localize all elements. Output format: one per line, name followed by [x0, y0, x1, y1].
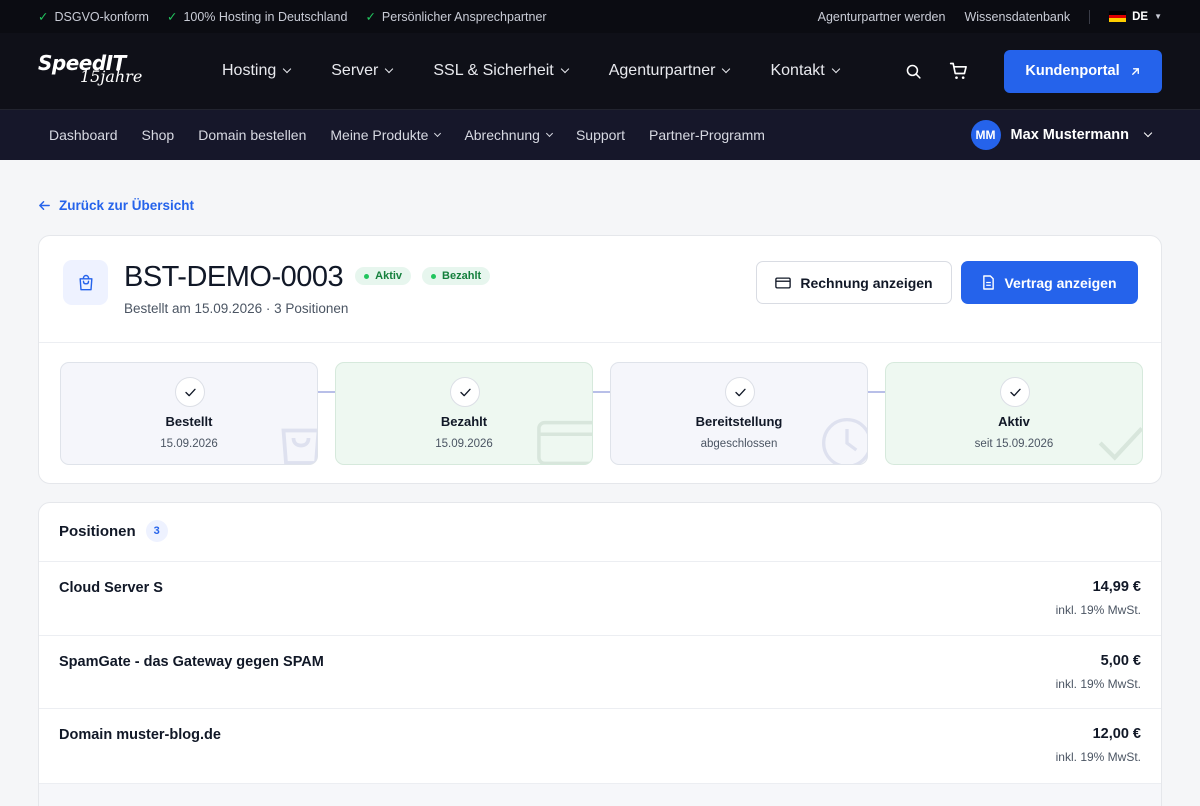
- step-date: seit 15.09.2026: [974, 438, 1054, 450]
- step-date: 15.09.2026: [160, 438, 218, 450]
- item-price: 12,00 €: [1092, 726, 1141, 742]
- chevron-down-icon: [560, 64, 569, 74]
- agency-partner-link[interactable]: Agenturpartner werden: [818, 10, 946, 24]
- subnav-partner-program[interactable]: Partner-Programm: [649, 127, 765, 143]
- top-info-bar: ✓ DSGVO-konform ✓ 100% Hosting in Deutschl…: [0, 0, 1200, 33]
- list-item: Domain muster-blog.de 12,00 € inkl. 19% …: [39, 708, 1161, 782]
- item-name: SpamGate - das Gateway gegen SPAM: [59, 654, 324, 670]
- check-icon: [1000, 377, 1030, 407]
- nav-server[interactable]: Server: [331, 62, 394, 80]
- user-name: Max Mustermann: [1010, 127, 1129, 143]
- external-arrow-icon: [1131, 67, 1139, 75]
- positions-title: Positionen: [59, 522, 136, 540]
- step-title: Bestellt: [165, 414, 213, 429]
- subnav-dashboard[interactable]: Dashboard: [49, 127, 118, 143]
- step-detail: abgeschlossen: [700, 438, 778, 450]
- nav-hosting[interactable]: Hosting: [222, 62, 292, 80]
- sub-navigation: Dashboard Shop Domain bestellen Meine Pr…: [0, 110, 1200, 160]
- status-dot-icon: [364, 273, 370, 279]
- item-vat-note: inkl. 19% MwSt.: [1055, 750, 1141, 764]
- check-icon: [175, 377, 205, 407]
- status-badge-paid: Bezahlt: [422, 267, 491, 285]
- step-paid: Bezahlt 15.09.2026: [335, 362, 593, 465]
- list-item: Cloud Server S 14,99 € inkl. 19% MwSt.: [39, 561, 1161, 635]
- subnav-shop[interactable]: Shop: [142, 127, 175, 143]
- check-icon: ✓: [365, 10, 376, 24]
- chevron-down-icon: [1143, 128, 1153, 138]
- shopping-bag-icon: [63, 260, 108, 305]
- item-name: Domain muster-blog.de: [59, 727, 221, 743]
- step-provisioning: Bereitstellung abgeschlossen: [610, 362, 868, 465]
- status-dot-icon: [431, 273, 437, 279]
- chevron-down-icon: [283, 64, 292, 74]
- divider: [1089, 9, 1091, 24]
- chevron-down-icon: [831, 64, 840, 74]
- show-contract-button[interactable]: Vertrag anzeigen: [961, 261, 1138, 304]
- step-title: Bereitstellung: [695, 414, 783, 429]
- document-icon: [983, 275, 995, 290]
- subnav-domain-order[interactable]: Domain bestellen: [198, 127, 306, 143]
- step-connector: [868, 391, 885, 393]
- chevron-down-icon: [385, 64, 394, 74]
- subnav-billing[interactable]: Abrechnung: [464, 127, 553, 143]
- step-connector: [593, 391, 610, 393]
- language-selector[interactable]: DE ▼: [1109, 11, 1162, 23]
- knowledge-base-link[interactable]: Wissensdatenbank: [964, 10, 1070, 24]
- logo[interactable]: SpeedIT 15jahre: [38, 51, 158, 91]
- check-icon: [450, 377, 480, 407]
- status-badge-active: Aktiv: [355, 267, 412, 285]
- nav-agenturpartner[interactable]: Agenturpartner: [609, 62, 731, 80]
- language-code: DE: [1132, 10, 1149, 23]
- order-meta: Bestellt am 15.09.2026 · 3 Positionen: [124, 301, 349, 316]
- item-vat-note: inkl. 19% MwSt.: [1055, 677, 1141, 691]
- subnav-my-products[interactable]: Meine Produkte: [330, 127, 442, 143]
- item-vat-note: inkl. 19% MwSt.: [1055, 603, 1141, 617]
- list-item: SpamGate - das Gateway gegen SPAM 5,00 €…: [39, 635, 1161, 709]
- chevron-down-icon: [545, 129, 553, 137]
- positions-count-badge: 3: [145, 520, 168, 542]
- logo-tagline: 15jahre: [80, 67, 143, 86]
- divider: [39, 342, 1161, 343]
- summary-row: [39, 783, 1161, 806]
- chevron-down-icon: [722, 64, 731, 74]
- feature-contact: ✓ Persönlicher Ansprechpartner: [365, 10, 547, 24]
- back-to-overview-link[interactable]: Zurück zur Übersicht: [38, 198, 194, 213]
- arrow-left-icon: [39, 201, 50, 210]
- order-card: BST-DEMO-0003 Aktiv Bezahlt Bestellt am …: [38, 235, 1162, 484]
- check-icon: ✓: [38, 10, 49, 24]
- positions-card: Positionen 3 Cloud Server S 14,99 € inkl…: [38, 502, 1162, 806]
- caret-down-icon: ▼: [1154, 12, 1162, 21]
- user-menu[interactable]: MM Max Mustermann: [970, 120, 1153, 150]
- main-navigation: SpeedIT 15jahre Hosting Server SSL & Sic…: [0, 33, 1200, 110]
- avatar: MM: [970, 120, 1001, 150]
- step-date: 15.09.2026: [435, 438, 493, 450]
- cart-button[interactable]: [945, 58, 972, 85]
- search-button[interactable]: [900, 58, 927, 85]
- order-id: BST-DEMO-0003: [124, 261, 344, 293]
- cart-icon: [949, 62, 967, 79]
- item-price: 14,99 €: [1092, 579, 1141, 595]
- check-icon: [725, 377, 755, 407]
- feature-dsgvo: ✓ DSGVO-konform: [38, 10, 149, 24]
- chevron-down-icon: [434, 129, 442, 137]
- nav-ssl[interactable]: SSL & Sicherheit: [433, 62, 569, 80]
- step-connector: [318, 391, 335, 393]
- item-name: Cloud Server S: [59, 580, 163, 596]
- credit-card-icon: [775, 276, 792, 289]
- subnav-support[interactable]: Support: [576, 127, 625, 143]
- show-invoice-button[interactable]: Rechnung anzeigen: [756, 261, 952, 304]
- german-flag-icon: [1109, 11, 1127, 23]
- check-icon: ✓: [166, 10, 178, 24]
- customer-portal-button[interactable]: Kundenportal: [1004, 49, 1162, 93]
- step-title: Aktiv: [998, 414, 1030, 429]
- nav-kontakt[interactable]: Kontakt: [770, 62, 840, 80]
- step-active: Aktiv seit 15.09.2026: [885, 362, 1143, 465]
- step-ordered: Bestellt 15.09.2026: [60, 362, 318, 465]
- step-title: Bezahlt: [440, 414, 488, 429]
- feature-hosting-de: ✓ 100% Hosting in Deutschland: [166, 10, 348, 24]
- search-icon: [906, 64, 921, 79]
- item-price: 5,00 €: [1100, 653, 1141, 669]
